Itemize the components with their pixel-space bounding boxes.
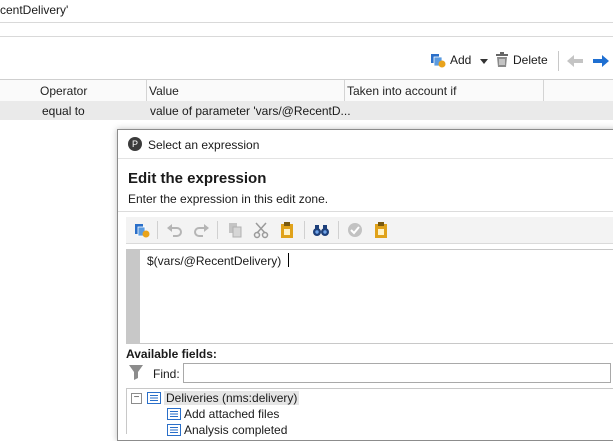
tree-item-analysis-completed[interactable]: Analysis completed [184,423,287,437]
find-label: Find: [153,367,180,381]
row-operator-cell: equal to [42,104,85,118]
copy-icon[interactable] [226,221,244,239]
editor-gutter [127,250,140,343]
redo-icon[interactable] [192,221,210,239]
tree-root-item[interactable]: Deliveries (nms:delivery) [164,391,300,405]
trash-icon [495,52,509,68]
column-header-operator[interactable]: Operator [40,84,87,98]
fields-tree: − Deliveries (nms:delivery) Add attached… [126,388,613,437]
add-label: Add [450,53,472,67]
cut-icon[interactable] [252,221,270,239]
paste-icon[interactable] [278,221,296,239]
row-value-cell: value of parameter 'vars/@RecentD... [150,104,351,118]
add-icon [430,52,446,68]
arrow-left-icon[interactable] [566,53,584,72]
grid-header [0,80,613,102]
text-cursor [288,253,289,267]
dialog-app-icon: P [128,137,142,151]
arrow-right-icon[interactable] [592,53,610,72]
column-header-taken-into-account[interactable]: Taken into account if [347,84,456,98]
table-list-icon [147,392,161,407]
tree-item-add-attached-files[interactable]: Add attached files [184,407,279,421]
add-dropdown-caret-icon[interactable] [480,59,488,64]
dialog-subheading: Enter the expression in this edit zone. [128,192,329,206]
binoculars-icon[interactable] [312,221,330,239]
top-field-value: centDelivery' [0,3,69,17]
main-toolbar: Add Delete [0,47,613,77]
field-list-icon [167,424,181,439]
dialog-heading: Edit the expression [128,170,267,187]
top-text-field[interactable]: centDelivery' [0,0,613,23]
clipboard-icon[interactable] [372,221,390,239]
undo-icon[interactable] [166,221,184,239]
field-list-icon [167,408,181,423]
expression-editor[interactable]: $(vars/@RecentDelivery) [126,249,613,344]
dialog-window-title: Select an expression [148,138,260,152]
validate-icon[interactable] [346,221,364,239]
delete-button[interactable]: Delete [495,52,548,68]
add-button[interactable]: Add [430,52,471,68]
delete-label: Delete [513,53,548,67]
table-row[interactable]: equal to value of parameter 'vars/@Recen… [0,101,613,120]
column-header-value[interactable]: Value [149,84,179,98]
find-input[interactable] [183,363,611,383]
tree-collapse-toggle[interactable]: − [131,393,142,404]
available-fields-label: Available fields: [126,347,217,361]
filter-icon[interactable] [129,364,143,383]
expression-text: $(vars/@RecentDelivery) [147,254,282,268]
insert-field-icon[interactable] [133,221,151,239]
dialog-title-bar: P Select an expression [118,130,613,158]
